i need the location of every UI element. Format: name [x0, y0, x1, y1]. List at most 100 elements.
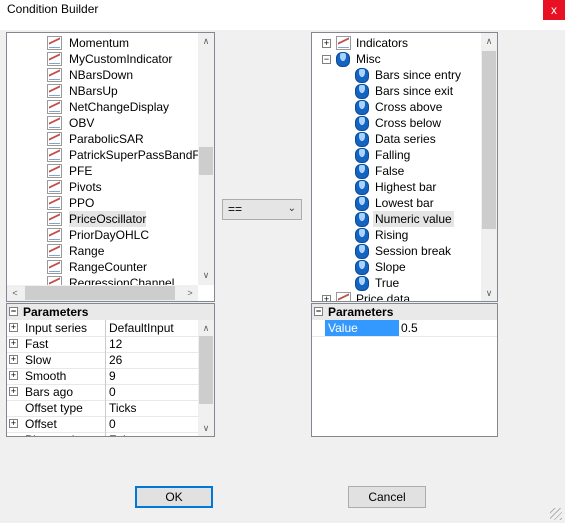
horizontal-scrollbar[interactable]: < > [7, 285, 198, 301]
scroll-down-icon[interactable]: ∨ [198, 267, 214, 283]
parameter-row[interactable]: + Slow 26 [7, 352, 198, 369]
tree-item[interactable]: + Price data [312, 291, 482, 301]
list-item[interactable]: NetChangeDisplay [47, 99, 201, 115]
tree-item[interactable]: Lowest bar [312, 195, 482, 211]
ok-button[interactable]: OK [135, 486, 213, 508]
list-item[interactable]: NBarsDown [47, 67, 201, 83]
expand-icon[interactable]: + [9, 387, 18, 396]
tree-item-label: Numeric value [373, 211, 454, 227]
vertical-scrollbar[interactable]: ∧ ∨ [198, 320, 214, 436]
tree-item[interactable]: Numeric value [312, 211, 482, 227]
tree-item[interactable]: True [312, 275, 482, 291]
tree-item[interactable]: + Indicators [312, 35, 482, 51]
tree-item-label: Bars since entry [375, 68, 462, 82]
list-item-label: PriorDayOHLC [69, 228, 150, 242]
list-item[interactable]: Pivots [47, 179, 201, 195]
tree-item[interactable]: False [312, 163, 482, 179]
cancel-button[interactable]: Cancel [348, 486, 426, 508]
tree-item[interactable]: Falling [312, 147, 482, 163]
parameter-value[interactable]: 0.5 [398, 320, 418, 336]
expand-icon[interactable]: + [322, 295, 331, 301]
scroll-left-icon[interactable]: < [7, 285, 23, 301]
scroll-thumb[interactable] [482, 51, 496, 229]
condition-tree[interactable]: + Indicators − Misc Bars since entry Bars sin… [311, 32, 498, 302]
scroll-thumb[interactable] [199, 147, 213, 175]
collapse-icon[interactable]: − [322, 55, 331, 64]
indicator-icon [47, 260, 62, 274]
database-icon [355, 260, 369, 275]
list-item[interactable]: MyCustomIndicator [47, 51, 201, 67]
parameter-value[interactable]: 0 [105, 416, 116, 432]
parameter-value[interactable]: DefaultInput [105, 320, 174, 336]
tree-item[interactable]: Data series [312, 131, 482, 147]
collapse-icon[interactable]: − [314, 307, 323, 316]
tree-item[interactable]: Bars since entry [312, 67, 482, 83]
scroll-thumb[interactable] [199, 336, 213, 404]
scroll-down-icon[interactable]: ∨ [481, 285, 497, 301]
indicator-icon [47, 116, 62, 130]
expand-icon[interactable]: + [9, 371, 18, 380]
list-item[interactable]: OBV [47, 115, 201, 131]
expand-icon[interactable]: + [9, 419, 18, 428]
list-item[interactable]: PFE [47, 163, 201, 179]
scroll-right-icon[interactable]: > [182, 285, 198, 301]
parameter-value[interactable]: 0 [105, 384, 116, 400]
parameter-value[interactable]: 9 [105, 368, 116, 384]
list-item[interactable]: RangeCounter [47, 259, 201, 275]
list-item[interactable]: Range [47, 243, 201, 259]
parameter-row[interactable]: + Bars ago 0 [7, 384, 198, 401]
parameter-value[interactable]: Ticks [105, 400, 137, 416]
list-item[interactable]: PriorDayOHLC [47, 227, 201, 243]
parameter-row[interactable]: Value 0.5 [312, 320, 497, 337]
expand-icon[interactable]: + [322, 39, 331, 48]
scroll-up-icon[interactable]: ∧ [198, 320, 214, 336]
indicator-list[interactable]: Momentum MyCustomIndicator NBarsDown NBarsU… [6, 32, 215, 302]
list-item[interactable]: PPO [47, 195, 201, 211]
parameter-value[interactable]: False [105, 432, 138, 436]
scroll-up-icon[interactable]: ∧ [481, 33, 497, 49]
parameter-row[interactable]: Plot on chartFalse [7, 432, 198, 436]
scroll-up-icon[interactable]: ∧ [198, 33, 214, 49]
resize-grip-icon[interactable] [550, 508, 562, 520]
list-item-label: NBarsDown [69, 68, 134, 82]
tree-item[interactable]: Bars since exit [312, 83, 482, 99]
list-item[interactable]: PatrickSuperPassBandFilte [47, 147, 214, 163]
tree-item[interactable]: Highest bar [312, 179, 482, 195]
tree-item[interactable]: Cross below [312, 115, 482, 131]
list-item-label: Range [69, 244, 105, 258]
operator-dropdown[interactable]: == ⌄ [222, 199, 302, 220]
expand-icon[interactable]: + [9, 323, 18, 332]
expand-icon[interactable]: + [9, 355, 18, 364]
indicator-icon [47, 228, 62, 242]
left-parameters-grid[interactable]: − Parameters + Input series DefaultInput + Fas… [6, 303, 215, 437]
right-parameters-grid[interactable]: − Parameters Value 0.5 [311, 303, 498, 437]
list-item-label: Momentum [69, 36, 130, 50]
tree-item[interactable]: Slope [312, 259, 482, 275]
parameter-row[interactable]: + Input series DefaultInput [7, 320, 198, 337]
tree-item[interactable]: Rising [312, 227, 482, 243]
tree-item[interactable]: Session break [312, 243, 482, 259]
parameter-row[interactable]: + Smooth 9 [7, 368, 198, 385]
tree-item[interactable]: Cross above [312, 99, 482, 115]
close-button[interactable]: x [543, 0, 565, 20]
parameter-row[interactable]: + Fast 12 [7, 336, 198, 353]
scroll-thumb[interactable] [25, 286, 175, 300]
list-item-label: MyCustomIndicator [69, 52, 173, 66]
scroll-down-icon[interactable]: ∨ [198, 420, 214, 436]
expand-icon[interactable]: + [9, 339, 18, 348]
parameter-row[interactable]: + Offset 0 [7, 416, 198, 433]
vertical-scrollbar[interactable]: ∧ ∨ [198, 33, 214, 285]
list-item[interactable]: Momentum [47, 35, 201, 51]
database-icon [336, 52, 350, 67]
list-item[interactable]: ParabolicSAR [47, 131, 201, 147]
database-icon [355, 116, 369, 131]
parameter-value[interactable]: 12 [105, 336, 122, 352]
collapse-icon[interactable]: − [9, 307, 18, 316]
parameter-value[interactable]: 26 [105, 352, 122, 368]
list-item[interactable]: NBarsUp [47, 83, 201, 99]
list-item[interactable]: PriceOscillator [47, 211, 201, 227]
vertical-scrollbar[interactable]: ∧ ∨ [481, 33, 497, 301]
tree-item-label: Cross above [375, 100, 443, 114]
parameter-row[interactable]: Offset type Ticks [7, 400, 198, 417]
tree-item[interactable]: − Misc [312, 51, 482, 67]
